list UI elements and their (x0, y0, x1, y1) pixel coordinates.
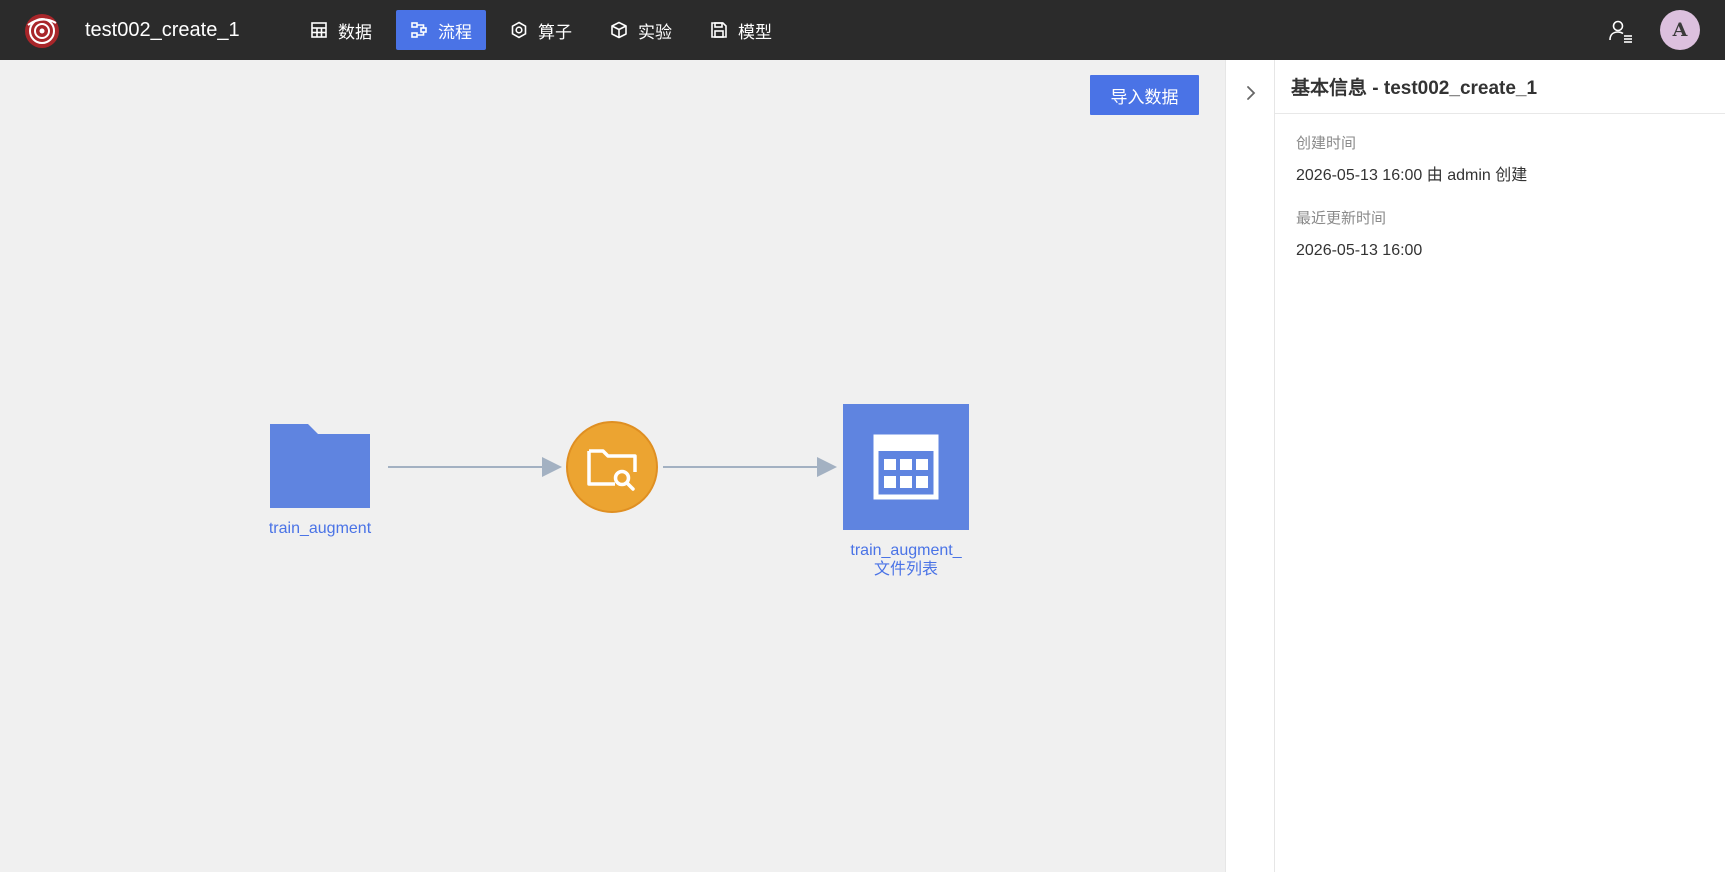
dataset-node-file-list-table[interactable] (843, 404, 969, 530)
main-nav: 数据 流程 算子 实验 模型 (296, 10, 796, 50)
operator-node-file-list[interactable] (565, 420, 659, 514)
nav-item-label: 算子 (538, 22, 572, 42)
nav-item-label: 数据 (338, 22, 372, 42)
nav-item-model[interactable]: 模型 (696, 10, 786, 50)
panel-header: 基本信息 - test002_create_1 (1275, 60, 1725, 114)
panel-collapse-strip (1225, 60, 1275, 872)
user-list-icon[interactable] (1608, 18, 1634, 44)
chevron-right-icon[interactable] (1240, 82, 1262, 104)
save-icon (711, 22, 727, 38)
nav-item-experiment[interactable]: 实验 (596, 10, 686, 50)
dataset-node-train-augment[interactable] (268, 422, 372, 510)
nav-item-label: 流程 (438, 22, 472, 42)
info-panel: 基本信息 - test002_create_1 创建时间 2026-05-13 … (1275, 60, 1725, 872)
cube-icon (611, 21, 627, 39)
panel-body: 创建时间 2026-05-13 16:00 由 admin 创建 最近更新时间 … (1275, 114, 1725, 261)
flow-icon (411, 22, 427, 38)
table-icon (873, 434, 939, 500)
nav-item-label: 实验 (638, 22, 672, 42)
nav-item-data[interactable]: 数据 (296, 10, 386, 50)
created-time-value: 2026-05-13 16:00 由 admin 创建 (1296, 167, 1528, 184)
panel-title: 基本信息 - test002_create_1 (1291, 78, 1538, 99)
node-label-line1: train_augment_ (850, 542, 962, 559)
flow-canvas[interactable]: 导入数据 train_augment train_augment_ 文件列表 (0, 60, 1225, 872)
table-icon (311, 22, 327, 38)
node-label: train_augment (268, 520, 372, 537)
created-time-label: 创建时间 (1296, 135, 1357, 152)
avatar[interactable]: A (1660, 10, 1700, 50)
updated-time-label: 最近更新时间 (1296, 210, 1387, 227)
app-logo-icon[interactable] (24, 13, 60, 49)
node-label-line2: 文件列表 (873, 561, 938, 578)
hexagon-icon (511, 21, 527, 39)
nav-item-operator[interactable]: 算子 (496, 10, 586, 50)
import-data-button[interactable]: 导入数据 (1090, 75, 1199, 115)
app-title: test002_create_1 (85, 19, 240, 41)
nav-item-flow[interactable]: 流程 (396, 10, 486, 50)
updated-time-value: 2026-05-13 16:00 (1296, 242, 1423, 259)
top-bar: test002_create_1 数据 流程 算子 实验 模型 A (0, 0, 1725, 60)
folder-icon (270, 424, 370, 508)
nav-item-label: 模型 (738, 22, 772, 42)
folder-search-icon (566, 421, 658, 513)
